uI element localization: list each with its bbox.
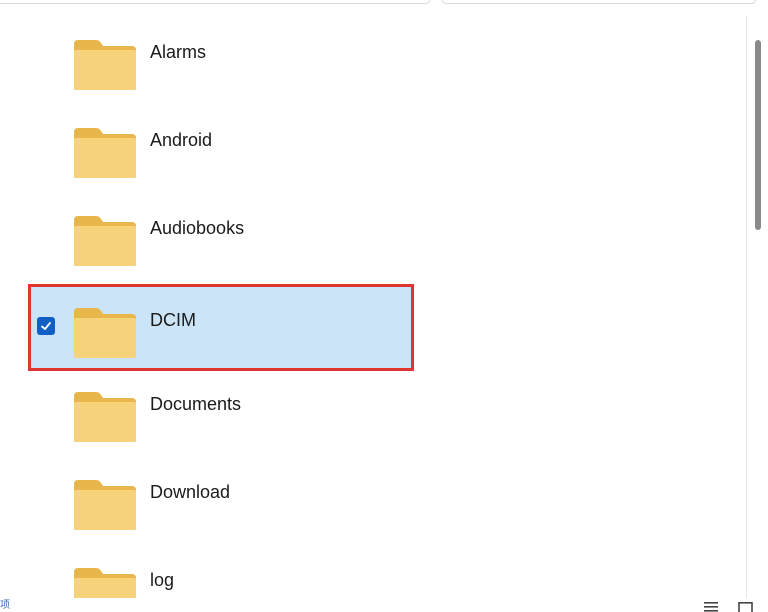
folder-icon <box>72 390 138 449</box>
vertical-scrollbar[interactable] <box>746 16 768 598</box>
folder-icon <box>72 38 138 97</box>
folder-item-dcim[interactable]: DCIM <box>28 284 414 371</box>
list-view-icon[interactable] <box>702 602 720 612</box>
tiles-view-icon[interactable] <box>737 602 755 612</box>
folder-item-audiobooks[interactable]: Audiobooks <box>28 192 414 274</box>
folder-item-documents[interactable]: Documents <box>28 368 414 450</box>
folder-item-download[interactable]: Download <box>28 456 414 538</box>
top-toolbar <box>0 0 768 16</box>
item-checkbox-checked[interactable] <box>37 317 55 335</box>
folder-item-log[interactable]: log <box>28 544 414 598</box>
item-checkbox[interactable] <box>36 401 54 419</box>
folder-item-alarms[interactable]: Alarms <box>28 16 414 98</box>
folder-icon <box>72 214 138 273</box>
search-box[interactable] <box>442 0 756 4</box>
folder-label: log <box>150 570 175 590</box>
folder-icon <box>72 126 138 185</box>
item-checkbox[interactable] <box>36 577 54 595</box>
folder-label: DCIM <box>150 310 196 330</box>
item-checkbox[interactable] <box>36 49 54 67</box>
folder-label: Android <box>150 130 213 150</box>
status-bar: 项 <box>0 598 768 612</box>
address-bar[interactable] <box>0 0 430 4</box>
item-checkbox[interactable] <box>36 489 54 507</box>
folder-icon <box>72 566 138 598</box>
item-checkbox[interactable] <box>36 225 54 243</box>
scrollbar-thumb[interactable] <box>755 40 761 230</box>
item-checkbox[interactable] <box>36 137 54 155</box>
folder-item-android[interactable]: Android <box>28 104 414 186</box>
folder-icon <box>72 306 138 365</box>
folder-label: Alarms <box>150 42 207 62</box>
file-list: Alarms Android Audiobooks DCIM Documents… <box>0 16 746 598</box>
folder-label: Audiobooks <box>150 218 245 238</box>
folder-label: Documents <box>150 394 242 414</box>
checkmark-icon <box>41 322 51 330</box>
folder-label: Download <box>150 482 231 502</box>
status-text: 项 <box>0 600 10 611</box>
folder-icon <box>72 478 138 537</box>
